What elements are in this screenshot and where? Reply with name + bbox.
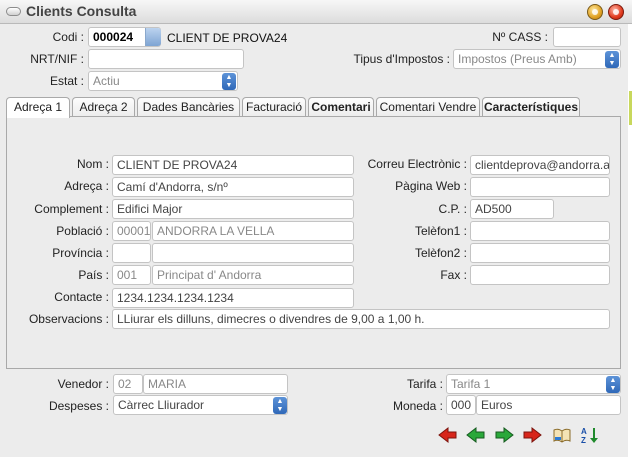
estat-select[interactable]: Actiu <box>88 71 238 91</box>
tipus-impostos-select[interactable]: Impostos (Preus Amb) <box>453 49 621 69</box>
cass-input[interactable] <box>553 27 621 47</box>
nrt-label: NRT/NIF : <box>30 52 84 66</box>
provincia-label: Província : <box>52 246 109 260</box>
nrt-input[interactable] <box>88 49 244 69</box>
tipus-impostos-dropdown-icon[interactable]: ▲ ▼ <box>605 51 619 68</box>
window-toggle-icon[interactable] <box>6 7 21 16</box>
tab-adreca-2[interactable]: Adreça 2 <box>72 97 135 117</box>
window-title: Clients Consulta <box>26 3 137 19</box>
codi-label: Codi : <box>52 30 84 44</box>
pagina-web-input[interactable] <box>470 177 610 197</box>
pais-code-input[interactable]: 001 <box>112 265 151 285</box>
sort-az-icon[interactable]: A Z <box>580 426 600 444</box>
svg-text:A: A <box>581 427 587 436</box>
poblacio-name-input[interactable]: ANDORRA LA VELLA <box>152 221 354 241</box>
minimize-icon <box>592 9 598 15</box>
moneda-label: Moneda : <box>392 399 443 413</box>
observacions-label: Observacions : <box>28 312 109 326</box>
poblacio-code-input[interactable]: 00001 <box>112 221 151 241</box>
contacte-label: Contacte : <box>54 290 109 304</box>
pagina-web-label: Pàgina Web : <box>395 179 467 193</box>
svg-text:Z: Z <box>581 436 586 444</box>
adreca-input[interactable]: Camí d'Andorra, s/nº <box>112 177 354 197</box>
complement-input[interactable]: Edifici Major <box>112 199 354 219</box>
telefon2-label: Telèfon2 : <box>414 246 467 260</box>
venedor-name-input[interactable]: MARIA <box>143 374 288 394</box>
moneda-name-input[interactable]: Euros <box>476 395 621 415</box>
telefon2-input[interactable] <box>470 243 610 263</box>
complement-label: Complement : <box>34 202 109 216</box>
fax-label: Fax : <box>440 268 467 282</box>
venedor-code-input[interactable]: 02 <box>113 374 143 394</box>
codi-lookup-button[interactable] <box>145 28 161 46</box>
last-record-icon[interactable] <box>522 426 542 444</box>
estat-label: Estat : <box>49 74 84 88</box>
moneda-code-input[interactable]: 000 <box>446 395 476 415</box>
tarifa-dropdown-icon[interactable]: ▲ ▼ <box>606 376 620 393</box>
fax-input[interactable] <box>470 265 610 285</box>
tab-caracteristiques[interactable]: Característiques <box>482 97 580 117</box>
venedor-label: Venedor : <box>57 377 109 391</box>
cp-label: C.P. : <box>438 202 467 216</box>
tab-comentari-vendre[interactable]: Comentari Vendre <box>376 97 480 117</box>
title-bar: Clients Consulta <box>0 0 632 24</box>
minimize-button[interactable] <box>587 4 603 20</box>
tab-facturacio[interactable]: Facturació <box>242 97 306 117</box>
correu-label: Correu Electrònic : <box>367 157 467 171</box>
close-button[interactable] <box>608 4 624 20</box>
provincia-code-input[interactable] <box>112 243 151 263</box>
estat-dropdown-icon[interactable]: ▲ ▼ <box>222 73 236 90</box>
contacte-input[interactable]: 1234.1234.1234.1234 <box>112 288 354 308</box>
tipus-impostos-label: Tipus d'Impostos : <box>353 52 450 66</box>
tab-adreca-1[interactable]: Adreça 1 <box>6 97 70 118</box>
right-edge <box>628 24 632 457</box>
book-icon[interactable] <box>552 426 572 444</box>
close-icon <box>613 9 619 15</box>
next-record-icon[interactable] <box>494 426 514 444</box>
nom-input[interactable]: CLIENT DE PROVA24 <box>112 155 354 175</box>
poblacio-label: Població : <box>56 224 109 238</box>
telefon1-input[interactable] <box>470 221 610 241</box>
tarifa-select[interactable]: Tarifa 1 <box>446 374 621 394</box>
cp-input[interactable]: AD500 <box>470 199 554 219</box>
provincia-name-input[interactable] <box>152 243 354 263</box>
tarifa-label: Tarifa : <box>406 377 443 391</box>
observacions-input[interactable]: LLiurar els dilluns, dimecres o divendre… <box>112 309 610 329</box>
nom-label: Nom : <box>76 157 109 171</box>
previous-record-icon[interactable] <box>466 426 486 444</box>
despeses-dropdown-icon[interactable]: ▲ ▼ <box>273 397 287 414</box>
adreca-label: Adreça : <box>64 179 109 193</box>
despeses-select[interactable]: Càrrec Lliurador <box>113 395 288 415</box>
tab-dades-bancaries[interactable]: Dades Bancàries <box>137 97 240 117</box>
tab-comentari[interactable]: Comentari <box>308 97 374 117</box>
correu-input[interactable]: clientdeprova@andorra.ad <box>470 155 610 175</box>
pais-name-input[interactable]: Principat d' Andorra <box>152 265 354 285</box>
despeses-label: Despeses : <box>48 399 109 413</box>
pais-label: País : <box>78 268 109 282</box>
cass-label: Nº CASS : <box>492 30 548 44</box>
telefon1-label: Telèfon1 : <box>414 224 467 238</box>
client-name-display: CLIENT DE PROVA24 <box>167 31 288 45</box>
first-record-icon[interactable] <box>438 426 458 444</box>
